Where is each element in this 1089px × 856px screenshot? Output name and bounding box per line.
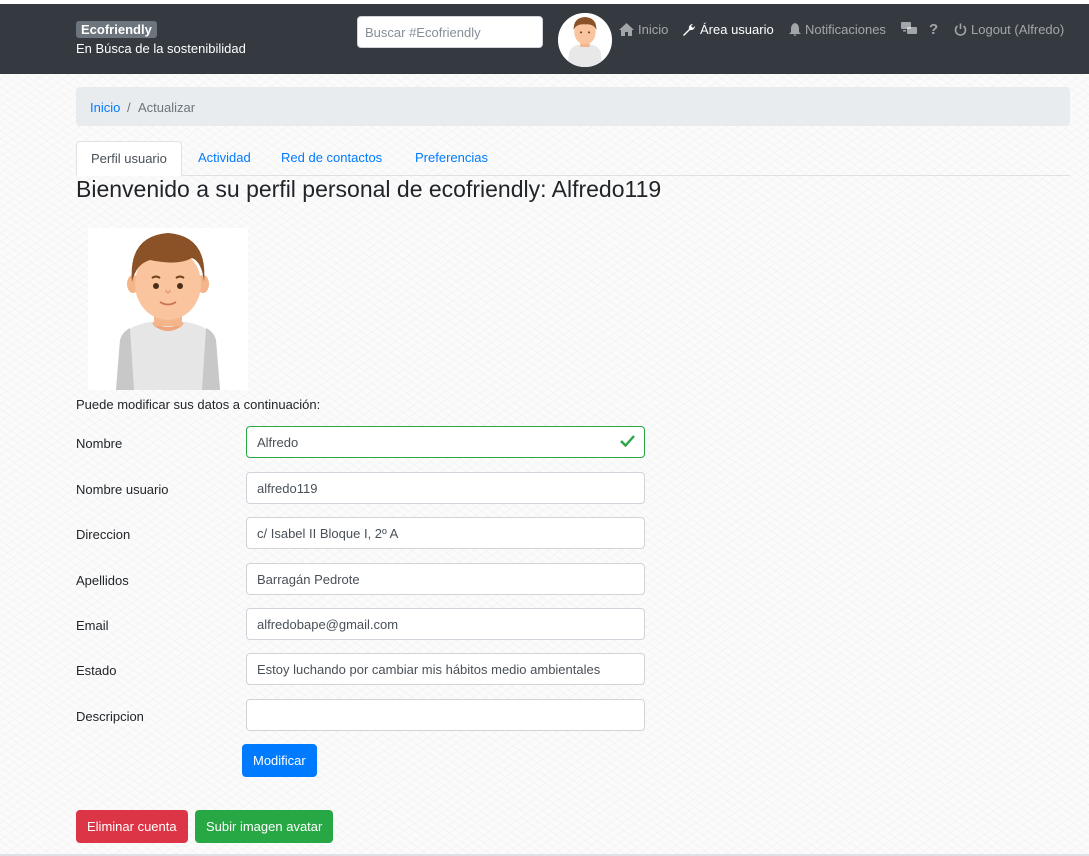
nav-logout[interactable]: Logout (Alfredo) — [954, 22, 1064, 37]
nav-area-usuario[interactable]: Área usuario — [682, 22, 774, 37]
nav-area-usuario-label: Área usuario — [700, 22, 774, 37]
profile-tabs: Perfil usuario Actividad Red de contacto… — [76, 141, 1070, 176]
tab-red-de-contactos[interactable]: Red de contactos — [267, 141, 396, 175]
search-input[interactable] — [357, 16, 543, 48]
help-icon[interactable]: ? — [929, 21, 938, 38]
profile-avatar — [88, 228, 248, 390]
wrench-icon — [683, 23, 696, 36]
avatar[interactable] — [558, 13, 612, 67]
tab-perfil-usuario[interactable]: Perfil usuario — [76, 141, 182, 176]
eliminar-cuenta-button[interactable]: Eliminar cuenta — [76, 810, 188, 843]
email-field[interactable] — [246, 608, 645, 640]
descripcion-field[interactable] — [246, 699, 645, 731]
label-direccion: Direccion — [76, 527, 131, 542]
breadcrumb: Inicio / Actualizar — [76, 87, 1070, 126]
estado-field[interactable] — [246, 653, 645, 685]
direccion-field[interactable] — [246, 517, 645, 549]
avatar-image-icon — [558, 13, 612, 67]
nav-inicio[interactable]: Inicio — [619, 22, 668, 37]
subir-imagen-avatar-button[interactable]: Subir imagen avatar — [195, 810, 334, 843]
valid-check-icon — [620, 435, 635, 448]
nav-notificaciones[interactable]: Notificaciones — [789, 22, 886, 37]
page-title: Bienvenido a su perfil personal de ecofr… — [76, 176, 662, 202]
tab-preferencias[interactable]: Preferencias — [401, 141, 502, 175]
user-avatar-icon — [116, 233, 220, 390]
label-estado: Estado — [76, 663, 117, 678]
chat-icon — [901, 22, 917, 34]
nav-notificaciones-label: Notificaciones — [805, 22, 886, 37]
apellidos-field[interactable] — [246, 563, 645, 595]
bell-icon — [789, 23, 801, 36]
label-apellidos: Apellidos — [76, 573, 129, 588]
power-icon — [954, 23, 967, 36]
nombre-field[interactable] — [246, 426, 645, 458]
nav-logout-label: Logout (Alfredo) — [971, 22, 1065, 37]
home-icon — [619, 23, 634, 36]
navbar: Ecofriendly En Búsca de la sostenibilida… — [0, 4, 1089, 74]
label-nombre: Nombre — [76, 436, 123, 451]
tab-actividad[interactable]: Actividad — [184, 141, 265, 175]
brand-logo[interactable]: Ecofriendly — [76, 21, 157, 38]
help-label: ? — [929, 21, 939, 38]
modificar-button[interactable]: Modificar — [242, 744, 317, 777]
label-nombre-usuario: Nombre usuario — [76, 482, 169, 497]
brand-tagline: En Búsca de la sostenibilidad — [76, 41, 246, 56]
form-intro: Puede modificar sus datos a continuación… — [76, 397, 321, 412]
nav-inicio-label: Inicio — [638, 22, 669, 37]
label-descripcion: Descripcion — [76, 709, 144, 724]
breadcrumb-separator: / — [127, 100, 131, 115]
breadcrumb-current: Actualizar — [138, 100, 196, 115]
label-email: Email — [76, 618, 109, 633]
nombre-usuario-field[interactable] — [246, 472, 645, 504]
nav-messages[interactable] — [901, 22, 917, 36]
breadcrumb-home-link[interactable]: Inicio — [90, 100, 120, 115]
